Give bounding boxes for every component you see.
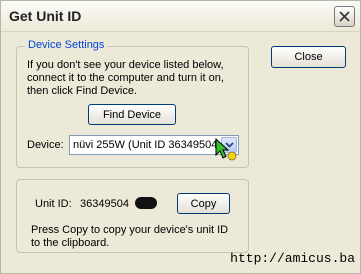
window-title: Get Unit ID	[9, 8, 82, 24]
device-instructions-line-3: then click Find Device.	[27, 85, 138, 97]
device-select-value: nüvi 255W (Unit ID 363495046	[73, 139, 218, 151]
mouse-cursor-icon	[215, 137, 237, 161]
device-settings-legend: Device Settings	[25, 39, 108, 51]
redaction-mark	[135, 197, 157, 209]
close-button[interactable]: Close	[271, 46, 346, 68]
copy-button[interactable]: Copy	[177, 193, 230, 214]
titlebar-close-button[interactable]	[334, 6, 355, 27]
unit-id-label: Unit ID:	[35, 198, 72, 210]
device-instructions-line-2: connect it to the computer and turn it o…	[27, 72, 224, 84]
title-bar: Get Unit ID	[1, 1, 360, 32]
close-icon	[339, 11, 350, 22]
watermark-url: http://amicus.ba	[230, 251, 355, 266]
copy-instructions-line-1: Press Copy to copy your device's unit ID	[31, 224, 229, 236]
copy-instructions-line-2: to the clipboard.	[31, 237, 110, 249]
get-unit-id-dialog: Get Unit ID Close Device Settings If you…	[0, 0, 361, 274]
device-instructions-line-1: If you don't see your device listed belo…	[27, 59, 224, 71]
find-device-button[interactable]: Find Device	[88, 104, 176, 125]
device-label: Device:	[27, 139, 64, 151]
unit-id-value: 36349504	[80, 198, 129, 210]
